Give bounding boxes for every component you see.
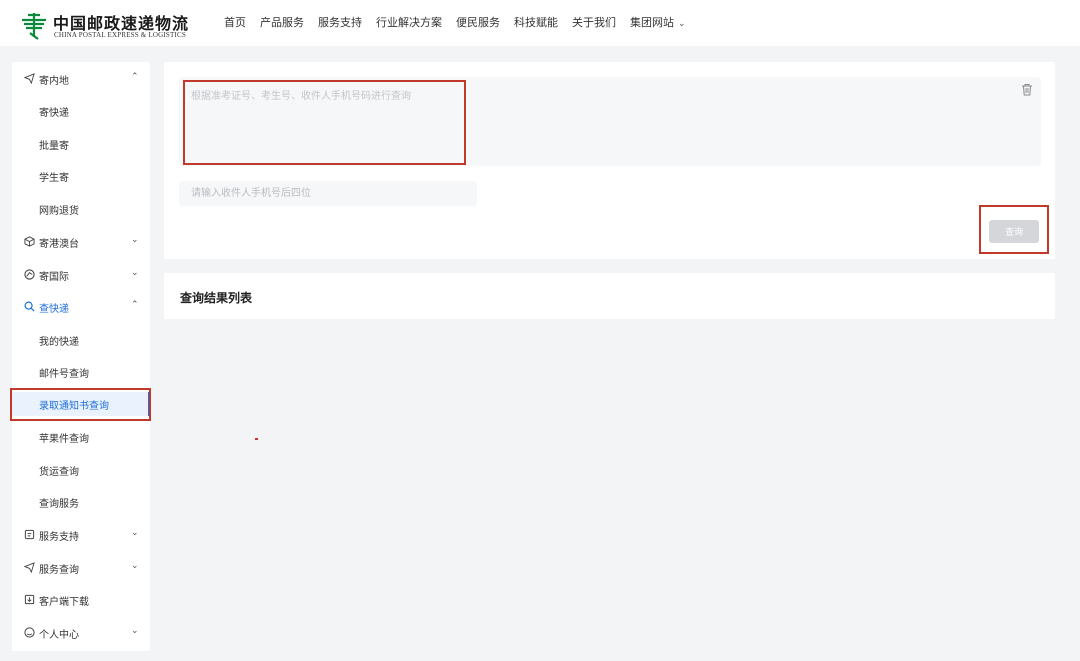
sidebar-group-label: 查快递: [39, 304, 69, 315]
send-icon: [24, 73, 35, 84]
sidebar: 寄内地 ⌃ 寄快递 批量寄 学生寄 网购退货 寄港澳台 ⌄ 寄国际 ⌄ 查快递 …: [12, 62, 150, 651]
sidebar-group-international[interactable]: 寄国际 ⌄: [12, 263, 150, 287]
sidebar-group-client-download[interactable]: 客户端下载: [12, 588, 150, 612]
sidebar-item-label: 查询服务: [39, 499, 79, 510]
chevron-down-icon: ⌄: [131, 626, 139, 636]
sidebar-item-label: 货运查询: [39, 467, 79, 478]
results-title: 查询结果列表: [180, 291, 253, 305]
sidebar-item-label: 录取通知书查询: [39, 401, 109, 412]
nav-products[interactable]: 产品服务: [260, 15, 304, 31]
nav-support[interactable]: 服务支持: [318, 15, 362, 31]
annotation-dot: [255, 438, 258, 440]
sidebar-group-hk-macao-tw[interactable]: 寄港澳台 ⌄: [12, 230, 150, 254]
nav-home[interactable]: 首页: [224, 15, 246, 31]
sidebar-item-label: 邮件号查询: [39, 369, 89, 380]
sidebar-group-domestic[interactable]: 寄内地 ⌃: [12, 67, 150, 91]
nav-convenience[interactable]: 便民服务: [456, 15, 500, 31]
sidebar-item-label: 我的快递: [39, 337, 79, 348]
service-icon: [24, 562, 35, 573]
nav-technology[interactable]: 科技赋能: [514, 15, 558, 31]
sidebar-item-label: 学生寄: [39, 173, 69, 184]
search-icon: [24, 301, 35, 312]
query-button[interactable]: 查询: [989, 220, 1039, 243]
nav-solutions[interactable]: 行业解决方案: [376, 15, 442, 31]
main-nav: 首页 产品服务 服务支持 行业解决方案 便民服务 科技赋能 关于我们 集团网站 ⌄: [224, 15, 700, 31]
sidebar-item-apple[interactable]: 苹果件查询: [12, 425, 150, 449]
trash-icon[interactable]: [1021, 83, 1033, 96]
sidebar-item-label: 网购退货: [39, 206, 79, 217]
sidebar-item-label: 寄快递: [39, 108, 69, 119]
results-card: 查询结果列表: [164, 273, 1055, 319]
nav-about[interactable]: 关于我们: [572, 15, 616, 31]
sidebar-item-my-express[interactable]: 我的快递: [12, 328, 150, 352]
sidebar-item-returns[interactable]: 网购退货: [12, 197, 150, 221]
sidebar-group-label: 寄港澳台: [39, 239, 79, 250]
chevron-down-icon: ⌄: [131, 561, 139, 571]
sidebar-group-personal-center[interactable]: 个人中心 ⌄: [12, 621, 150, 645]
sidebar-group-label: 寄国际: [39, 272, 69, 283]
sidebar-item-query-service[interactable]: 查询服务: [12, 490, 150, 514]
sidebar-item-label: 批量寄: [39, 141, 69, 152]
sidebar-group-tracking[interactable]: 查快递 ⌃: [12, 295, 150, 319]
chevron-up-icon: ⌃: [131, 72, 139, 82]
box-icon: [24, 236, 35, 247]
sidebar-item-express[interactable]: 寄快递: [12, 99, 150, 123]
chevron-down-icon: ⌄: [131, 268, 139, 278]
sidebar-group-service-query[interactable]: 服务查询 ⌄: [12, 556, 150, 580]
sidebar-item-mail-number[interactable]: 邮件号查询: [12, 360, 150, 384]
sidebar-group-label: 个人中心: [39, 630, 79, 641]
sidebar-item-freight[interactable]: 货运查询: [12, 458, 150, 482]
chevron-down-icon: ⌄: [678, 19, 686, 29]
sidebar-group-label: 客户端下载: [39, 597, 89, 608]
sidebar-item-label: 苹果件查询: [39, 434, 89, 445]
sidebar-group-label: 寄内地: [39, 76, 69, 87]
support-icon: [24, 529, 35, 540]
nav-group-site-label: 集团网站: [630, 16, 674, 29]
nav-group-site[interactable]: 集团网站 ⌄: [630, 15, 686, 31]
user-icon: [24, 627, 35, 638]
brand-logo[interactable]: 中国邮政速递物流 CHINA POSTAL EXPRESS & LOGISTIC…: [18, 9, 193, 41]
chevron-down-icon: ⌄: [131, 235, 139, 245]
sidebar-group-label: 服务查询: [39, 565, 79, 576]
download-icon: [24, 594, 35, 605]
top-header: 中国邮政速递物流 CHINA POSTAL EXPRESS & LOGISTIC…: [0, 0, 1080, 46]
sidebar-group-label: 服务支持: [39, 532, 79, 543]
sidebar-item-student[interactable]: 学生寄: [12, 164, 150, 188]
phone-last4-input[interactable]: [179, 181, 477, 206]
brand-name-en: CHINA POSTAL EXPRESS & LOGISTICS: [54, 31, 186, 39]
chevron-up-icon: ⌃: [131, 300, 139, 310]
sidebar-item-bulk[interactable]: 批量寄: [12, 132, 150, 156]
sidebar-item-admission-letter[interactable]: 录取通知书查询: [12, 392, 150, 416]
query-textarea[interactable]: [179, 77, 1041, 166]
sidebar-group-support[interactable]: 服务支持 ⌄: [12, 523, 150, 547]
globe-icon: [24, 269, 35, 280]
chevron-down-icon: ⌄: [131, 528, 139, 538]
china-post-logo-icon: [22, 13, 46, 40]
